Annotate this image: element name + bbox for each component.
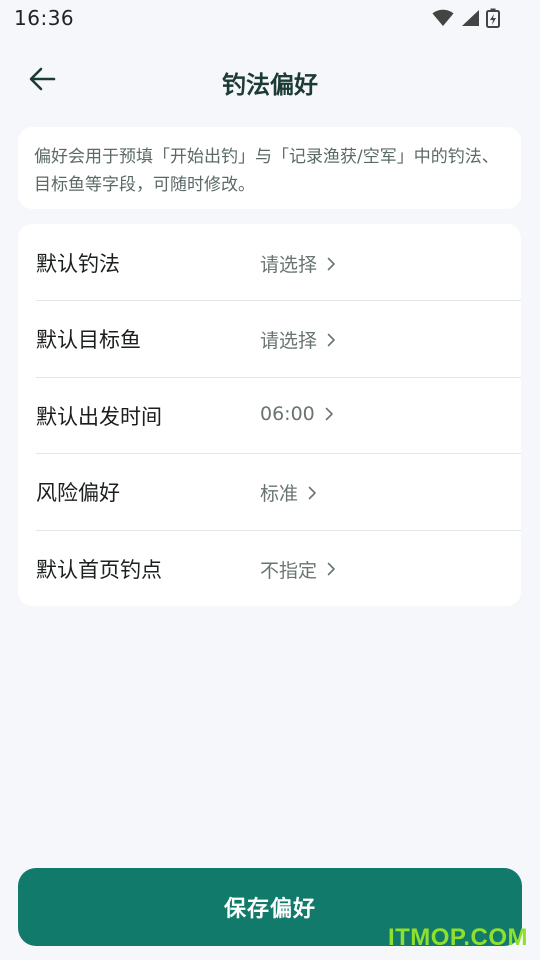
setting-value-group: 请选择 [260, 326, 336, 353]
setting-value-group: 不指定 [260, 556, 336, 583]
setting-label: 默认出发时间 [36, 404, 162, 429]
setting-value: 06:00 [260, 402, 315, 425]
setting-row-default-home-spot[interactable]: 默认首页钓点 不指定 [18, 529, 521, 606]
setting-row-default-target-fish[interactable]: 默认目标鱼 请选择 [18, 300, 521, 376]
signal-icon [460, 9, 480, 27]
setting-label: 风险偏好 [36, 481, 120, 506]
settings-list: 默认钓法 请选择 默认目标鱼 请选择 默认出发时间 06:00 风险偏好 标准 [18, 224, 521, 606]
app-bar: 钓法偏好 [0, 55, 540, 105]
setting-label: 默认目标鱼 [36, 328, 141, 353]
status-icons [432, 8, 500, 28]
battery-charging-icon [486, 8, 500, 28]
watermark-text: ITMOP.COM [387, 924, 528, 951]
setting-value-group: 请选择 [260, 250, 336, 277]
status-bar: 16:36 [0, 0, 540, 36]
setting-value: 标准 [260, 483, 299, 506]
setting-value: 请选择 [260, 330, 318, 353]
chevron-right-icon [327, 257, 336, 271]
setting-value: 请选择 [260, 254, 318, 276]
info-text: 偏好会用于预填「开始出钓」与「记录渔获/空军」中的钓法、目标鱼等字段，可随时修改… [34, 147, 499, 195]
setting-value: 不指定 [260, 559, 318, 582]
setting-label: 默认首页钓点 [36, 557, 162, 582]
info-card: 偏好会用于预填「开始出钓」与「记录渔获/空军」中的钓法、目标鱼等字段，可随时修改… [18, 127, 521, 209]
chevron-right-icon [327, 333, 336, 347]
chevron-right-icon [325, 407, 334, 421]
setting-value-group: 06:00 [260, 403, 334, 425]
wifi-icon [432, 9, 454, 27]
setting-row-risk-preference[interactable]: 风险偏好 标准 [18, 453, 521, 529]
setting-row-default-departure-time[interactable]: 默认出发时间 06:00 [18, 376, 521, 453]
chevron-right-icon [327, 562, 336, 576]
status-time: 16:36 [14, 6, 75, 30]
setting-label: 默认钓法 [36, 252, 120, 276]
setting-row-default-method[interactable]: 默认钓法 请选择 [18, 224, 521, 300]
chevron-right-icon [308, 486, 317, 500]
setting-value-group: 标准 [260, 479, 317, 506]
page-title: 钓法偏好 [222, 71, 318, 99]
